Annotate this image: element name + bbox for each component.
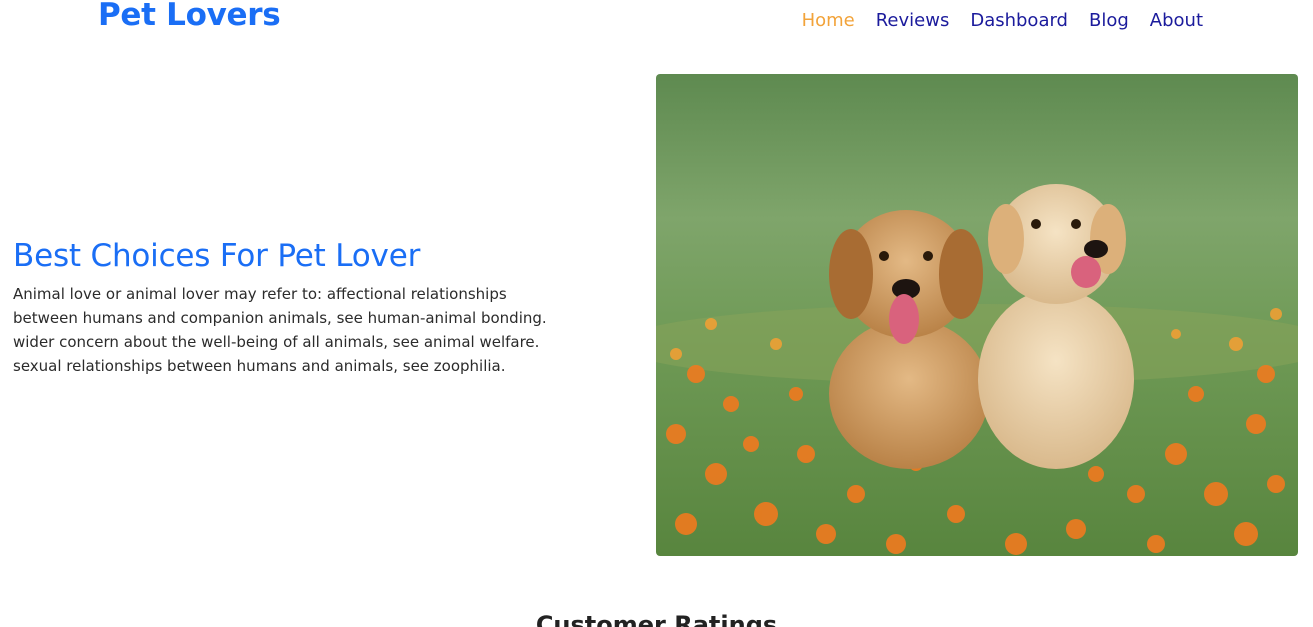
nav-reviews[interactable]: Reviews xyxy=(876,10,950,31)
brand-logo[interactable]: Pet Lovers xyxy=(98,0,281,33)
hero-title: Best Choices For Pet Lover xyxy=(13,238,421,274)
hero-description: Animal love or animal lover may refer to… xyxy=(13,285,547,375)
two-puppies-photo-icon xyxy=(656,74,1298,556)
hero-text: Best Choices For Pet Lover Animal love o… xyxy=(13,238,553,378)
customer-ratings-title: Customer Ratings xyxy=(535,611,778,627)
nav-dashboard[interactable]: Dashboard xyxy=(970,10,1068,31)
nav-blog[interactable]: Blog xyxy=(1089,10,1129,31)
main-nav: Home Reviews Dashboard Blog About xyxy=(781,10,1203,31)
hero-image xyxy=(656,74,1298,556)
nav-about[interactable]: About xyxy=(1150,10,1203,31)
page: Pet Lovers Home Reviews Dashboard Blog A… xyxy=(0,0,1313,627)
nav-home[interactable]: Home xyxy=(802,10,855,31)
